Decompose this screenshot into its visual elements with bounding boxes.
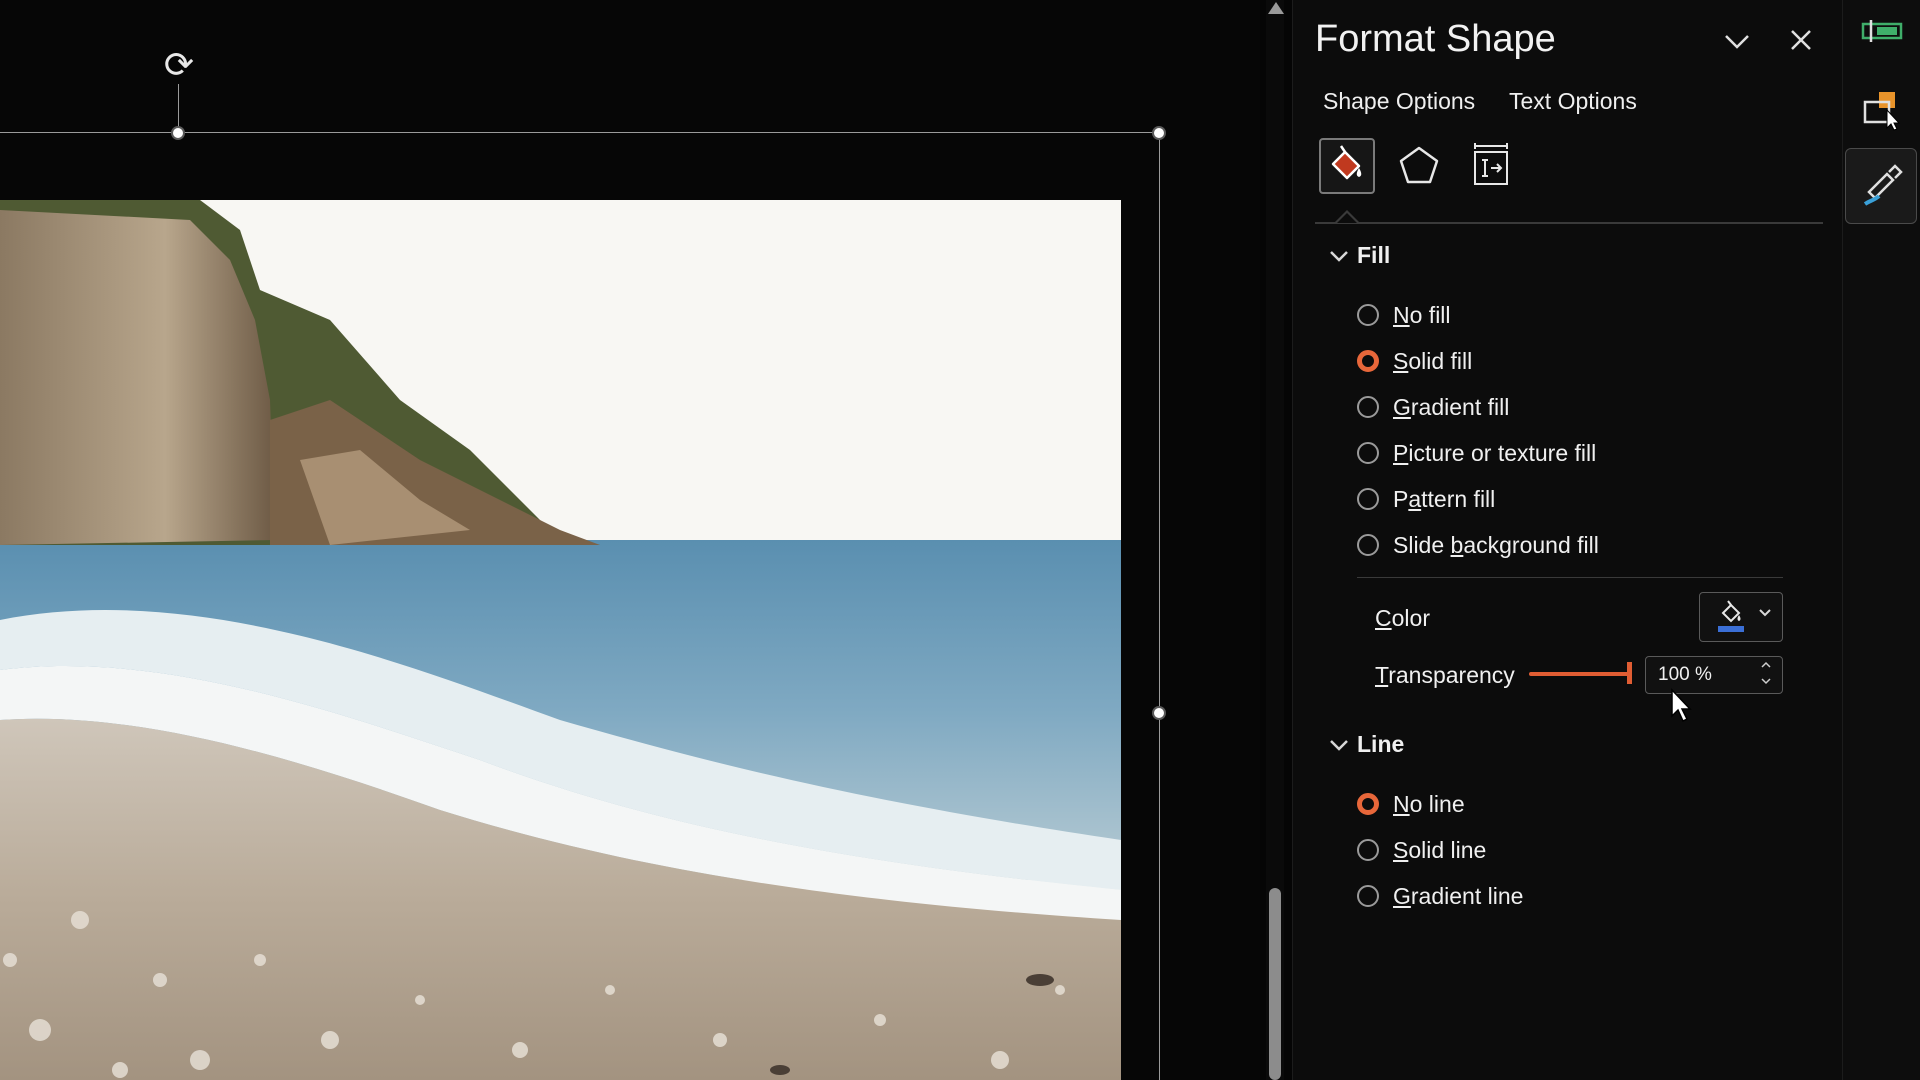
beach-scene-image: [0, 200, 1121, 1080]
resize-handle-top-left[interactable]: [171, 126, 185, 140]
beach-photo[interactable]: [0, 200, 1121, 1080]
fill-color-button[interactable]: [1699, 592, 1783, 642]
radio-pattern-fill[interactable]: Pattern fill: [1357, 484, 1495, 514]
radio-solid-line[interactable]: Solid line: [1357, 835, 1486, 865]
resize-handle-top-right[interactable]: [1152, 126, 1166, 140]
right-side-toolbar: [1842, 0, 1920, 1080]
radio-label: No fill: [1393, 301, 1451, 328]
pane-options-chevron-icon[interactable]: [1717, 26, 1757, 64]
line-collapse-chevron-icon: [1329, 735, 1357, 758]
shape-select-icon[interactable]: [1857, 84, 1907, 134]
radio-button[interactable]: [1357, 396, 1379, 418]
radio-label: Solid fill: [1393, 347, 1473, 374]
format-brush-icon[interactable]: [1857, 160, 1907, 210]
radio-button[interactable]: [1357, 442, 1379, 464]
format-shape-pane: Format Shape Shape Options Text Options: [1292, 0, 1843, 1080]
radio-gradient-fill[interactable]: Gradient fill: [1357, 392, 1509, 422]
radio-label: Pattern fill: [1393, 485, 1496, 512]
spin-down-icon[interactable]: [1760, 676, 1772, 689]
pane-title: Format Shape: [1315, 18, 1556, 60]
selection-right-edge: [1159, 132, 1160, 1080]
radio-button-checked[interactable]: [1357, 793, 1379, 815]
scroll-up-arrow-icon[interactable]: [1268, 2, 1284, 14]
radio-no-fill[interactable]: No fill: [1357, 300, 1451, 330]
radio-button[interactable]: [1357, 304, 1379, 326]
radio-button[interactable]: [1357, 534, 1379, 556]
radio-solid-fill[interactable]: Solid fill: [1357, 346, 1472, 376]
fill-section-title: Fill: [1357, 242, 1391, 268]
close-icon[interactable]: [1781, 26, 1821, 62]
transparency-slider-thumb[interactable]: [1627, 662, 1632, 684]
layout-icon[interactable]: [1857, 8, 1907, 58]
effects-pentagon-icon[interactable]: [1391, 138, 1447, 194]
paint-bucket-icon: [1718, 600, 1744, 632]
fill-line-icon[interactable]: [1319, 138, 1375, 194]
transparency-slider-track[interactable]: [1529, 672, 1629, 676]
fill-collapse-chevron-icon: [1329, 246, 1357, 269]
line-section-header[interactable]: Line: [1329, 731, 1404, 758]
mouse-cursor-icon: [1671, 688, 1692, 723]
size-properties-icon[interactable]: [1463, 138, 1519, 194]
transparency-spinner[interactable]: 100 %: [1645, 656, 1783, 694]
radio-label: Gradient fill: [1393, 393, 1510, 420]
label-rest: o fill: [1409, 301, 1451, 328]
spin-up-icon[interactable]: [1760, 660, 1772, 673]
fill-section-header[interactable]: Fill: [1329, 242, 1390, 269]
color-dropdown-chevron-icon[interactable]: [1758, 605, 1772, 623]
radio-label: No line: [1393, 790, 1465, 817]
resize-handle-right[interactable]: [1152, 706, 1166, 720]
radio-slide-background-fill[interactable]: Slide background fill: [1357, 530, 1599, 560]
transparency-value[interactable]: 100 %: [1658, 664, 1712, 686]
scrollbar-thumb[interactable]: [1269, 888, 1281, 1080]
radio-picture-texture-fill[interactable]: Picture or texture fill: [1357, 438, 1596, 468]
radio-no-line[interactable]: No line: [1357, 789, 1465, 819]
radio-button[interactable]: [1357, 839, 1379, 861]
tab-text-options[interactable]: Text Options: [1509, 88, 1637, 115]
color-label: Color: [1375, 605, 1430, 631]
radio-label: Picture or texture fill: [1393, 439, 1597, 466]
rotate-stem: [178, 84, 179, 132]
radio-gradient-line[interactable]: Gradient line: [1357, 881, 1523, 911]
transparency-label: Transparency: [1375, 662, 1515, 688]
line-section-title: Line: [1357, 731, 1405, 757]
radio-button-checked[interactable]: [1357, 350, 1379, 372]
radio-label: Gradient line: [1393, 882, 1524, 909]
active-category-pointer-inner: [1337, 213, 1357, 223]
radio-label: Solid line: [1393, 836, 1487, 863]
radio-button[interactable]: [1357, 885, 1379, 907]
tab-shape-options[interactable]: Shape Options: [1323, 88, 1475, 115]
radio-label: Slide background fill: [1393, 531, 1599, 558]
radio-button[interactable]: [1357, 488, 1379, 510]
slide-canvas[interactable]: ⟳: [0, 0, 1260, 1080]
rotate-handle-icon[interactable]: ⟳: [160, 46, 198, 84]
fill-divider: [1357, 577, 1783, 578]
category-divider: [1315, 222, 1823, 224]
